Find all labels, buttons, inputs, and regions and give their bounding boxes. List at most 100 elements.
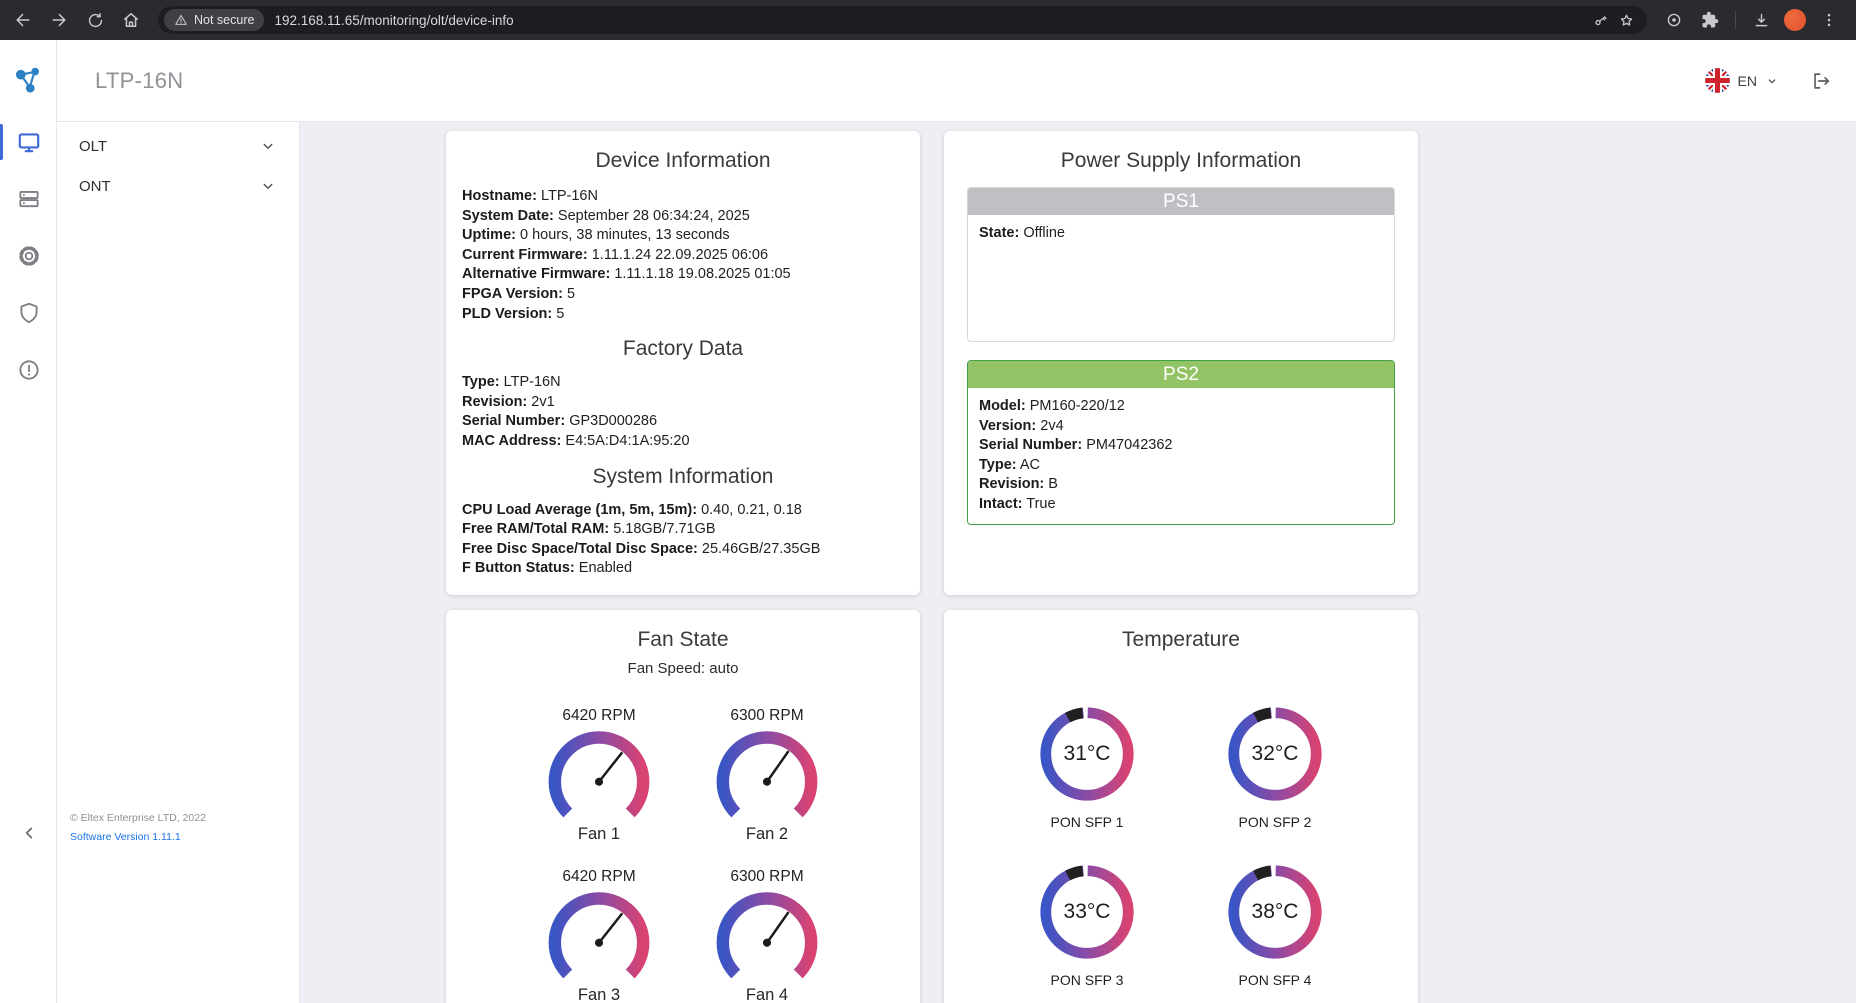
info-row: Revision: 2v1 — [462, 393, 904, 413]
bookmark-star-icon[interactable] — [1613, 7, 1639, 33]
info-row: Current Firmware: 1.11.1.24 22.09.2025 0… — [462, 246, 904, 266]
fan-rpm-value: 6420 RPM — [562, 707, 635, 725]
info-row: PLD Version: 5 — [462, 305, 904, 325]
browser-back-button[interactable] — [6, 3, 40, 37]
downloads-icon[interactable] — [1744, 3, 1778, 37]
uk-flag-icon — [1704, 67, 1731, 94]
info-row: MAC Address: E4:5A:D4:1A:95:20 — [462, 432, 904, 452]
browser-forward-button[interactable] — [42, 3, 76, 37]
reload-icon — [86, 11, 105, 30]
extension-icon[interactable] — [1657, 3, 1691, 37]
icon-rail — [0, 40, 57, 1003]
fan-name: Fan 4 — [746, 986, 788, 1003]
temperature-dial: 38°C — [1221, 858, 1329, 966]
factory-data-title: Factory Data — [462, 337, 904, 361]
browser-home-button[interactable] — [114, 3, 148, 37]
profile-avatar[interactable] — [1784, 9, 1806, 31]
fan-rpm-value: 6420 RPM — [562, 868, 635, 886]
software-version-link[interactable]: Software Version 1.11.1 — [70, 831, 181, 843]
nav-alerts-icon[interactable] — [0, 350, 57, 390]
temperature-dial: 31°C — [1033, 700, 1141, 808]
forward-arrow-icon — [49, 10, 69, 30]
kebab-icon — [1820, 11, 1838, 29]
main-content: Device Information Hostname: LTP-16N Sys… — [300, 122, 1856, 1003]
fan-rpm-value: 6300 RPM — [730, 868, 803, 886]
ps1-panel: PS1 State: Offline — [967, 187, 1395, 342]
shield-icon — [16, 300, 42, 326]
sidebar-collapse-button[interactable] — [0, 816, 57, 850]
temperature-card: Temperature 31°C — [944, 610, 1418, 1003]
system-information-title: System Information — [462, 465, 904, 489]
monitor-icon — [16, 129, 42, 155]
page-title: LTP-16N — [95, 68, 184, 94]
language-label: EN — [1738, 73, 1757, 89]
sidebar: OLT ONT © Eltex Enterprise LTD, 2022 Sof… — [57, 122, 300, 1003]
fan-gauge: 6300 RPM Fan 4 — [702, 868, 832, 1003]
temperature-gauge-row: 33°C PON SFP 3 — [960, 858, 1402, 988]
card-title: Power Supply Information — [960, 149, 1402, 173]
fan-name: Fan 1 — [578, 825, 620, 844]
fan-gauge: 6300 RPM Fan 2 — [702, 707, 832, 844]
info-row: Type: LTP-16N — [462, 373, 904, 393]
sidebar-item-label: OLT — [79, 138, 107, 155]
info-row: Revision: B — [979, 475, 1383, 495]
nav-monitoring-icon[interactable] — [0, 122, 57, 162]
password-key-icon[interactable] — [1587, 7, 1613, 33]
temperature-name: PON SFP 2 — [1239, 814, 1312, 830]
url-text: 192.168.11.65/monitoring/olt/device-info — [274, 13, 513, 28]
security-label: Not secure — [194, 13, 254, 27]
chevron-down-icon — [1764, 73, 1780, 89]
temperature-gauge: 32°C PON SFP 2 — [1200, 700, 1350, 830]
nav-settings-icon[interactable] — [0, 236, 57, 276]
fan-dial — [711, 727, 823, 823]
alert-circle-icon — [16, 357, 42, 383]
toolbar-divider — [1735, 11, 1736, 29]
ps1-header: PS1 — [968, 188, 1394, 215]
ps2-panel: PS2 Model: PM160-220/12 Version: 2v4 Ser… — [967, 360, 1395, 525]
nav-ports-icon[interactable] — [0, 179, 57, 219]
screen: Not secure 192.168.11.65/monitoring/olt/… — [0, 0, 1856, 1003]
puzzle-icon — [1701, 11, 1719, 29]
server-stack-icon — [16, 186, 42, 212]
device-information-card: Device Information Hostname: LTP-16N Sys… — [446, 131, 920, 595]
back-arrow-icon — [13, 10, 33, 30]
extensions-puzzle-icon[interactable] — [1693, 3, 1727, 37]
fan-speed-label: Fan Speed: auto — [462, 660, 904, 677]
ps2-body: Model: PM160-220/12 Version: 2v4 Serial … — [968, 388, 1394, 524]
sidebar-item-olt[interactable]: OLT — [57, 126, 299, 166]
sidebar-footer: © Eltex Enterprise LTD, 2022 Software Ve… — [70, 812, 291, 845]
temperature-name: PON SFP 4 — [1239, 972, 1312, 988]
info-row: FPGA Version: 5 — [462, 285, 904, 305]
sidebar-item-label: ONT — [79, 178, 111, 195]
fan-dial — [543, 727, 655, 823]
browser-reload-button[interactable] — [78, 3, 112, 37]
fan-gauge-row: 6420 RPM Fan 3 6300 RPM — [462, 868, 904, 1003]
temperature-gauge: 38°C PON SFP 4 — [1200, 858, 1350, 988]
ps2-header: PS2 — [968, 361, 1394, 388]
card-title: Temperature — [960, 628, 1402, 652]
temperature-name: PON SFP 1 — [1051, 814, 1124, 830]
temperature-gauge-row: 31°C PON SFP 1 — [960, 700, 1402, 830]
logout-button[interactable] — [1810, 70, 1832, 92]
security-chip[interactable]: Not secure — [164, 9, 264, 31]
temperature-value: 31°C — [1064, 742, 1111, 766]
info-row: Uptime: 0 hours, 38 minutes, 13 seconds — [462, 226, 904, 246]
browser-menu-icon[interactable] — [1812, 3, 1846, 37]
body-row: OLT ONT © Eltex Enterprise LTD, 2022 Sof… — [57, 122, 1856, 1003]
chevron-down-icon — [259, 177, 277, 195]
power-supply-card: Power Supply Information PS1 State: Offl… — [944, 131, 1418, 595]
temperature-name: PON SFP 3 — [1051, 972, 1124, 988]
info-row: CPU Load Average (1m, 5m, 15m): 0.40, 0.… — [462, 501, 904, 521]
temperature-value: 32°C — [1252, 742, 1299, 766]
download-arrow-icon — [1752, 11, 1771, 30]
address-bar[interactable]: Not secure 192.168.11.65/monitoring/olt/… — [158, 6, 1647, 34]
logout-icon — [1810, 70, 1832, 92]
temperature-value: 33°C — [1064, 900, 1111, 924]
nav-security-icon[interactable] — [0, 293, 57, 333]
app-header: LTP-16N EN — [57, 40, 1856, 122]
info-row: Serial Number: GP3D000286 — [462, 412, 904, 432]
sidebar-item-ont[interactable]: ONT — [57, 166, 299, 206]
ps1-body: State: Offline — [968, 215, 1394, 341]
language-selector[interactable]: EN — [1704, 67, 1780, 94]
info-row: F Button Status: Enabled — [462, 559, 904, 579]
